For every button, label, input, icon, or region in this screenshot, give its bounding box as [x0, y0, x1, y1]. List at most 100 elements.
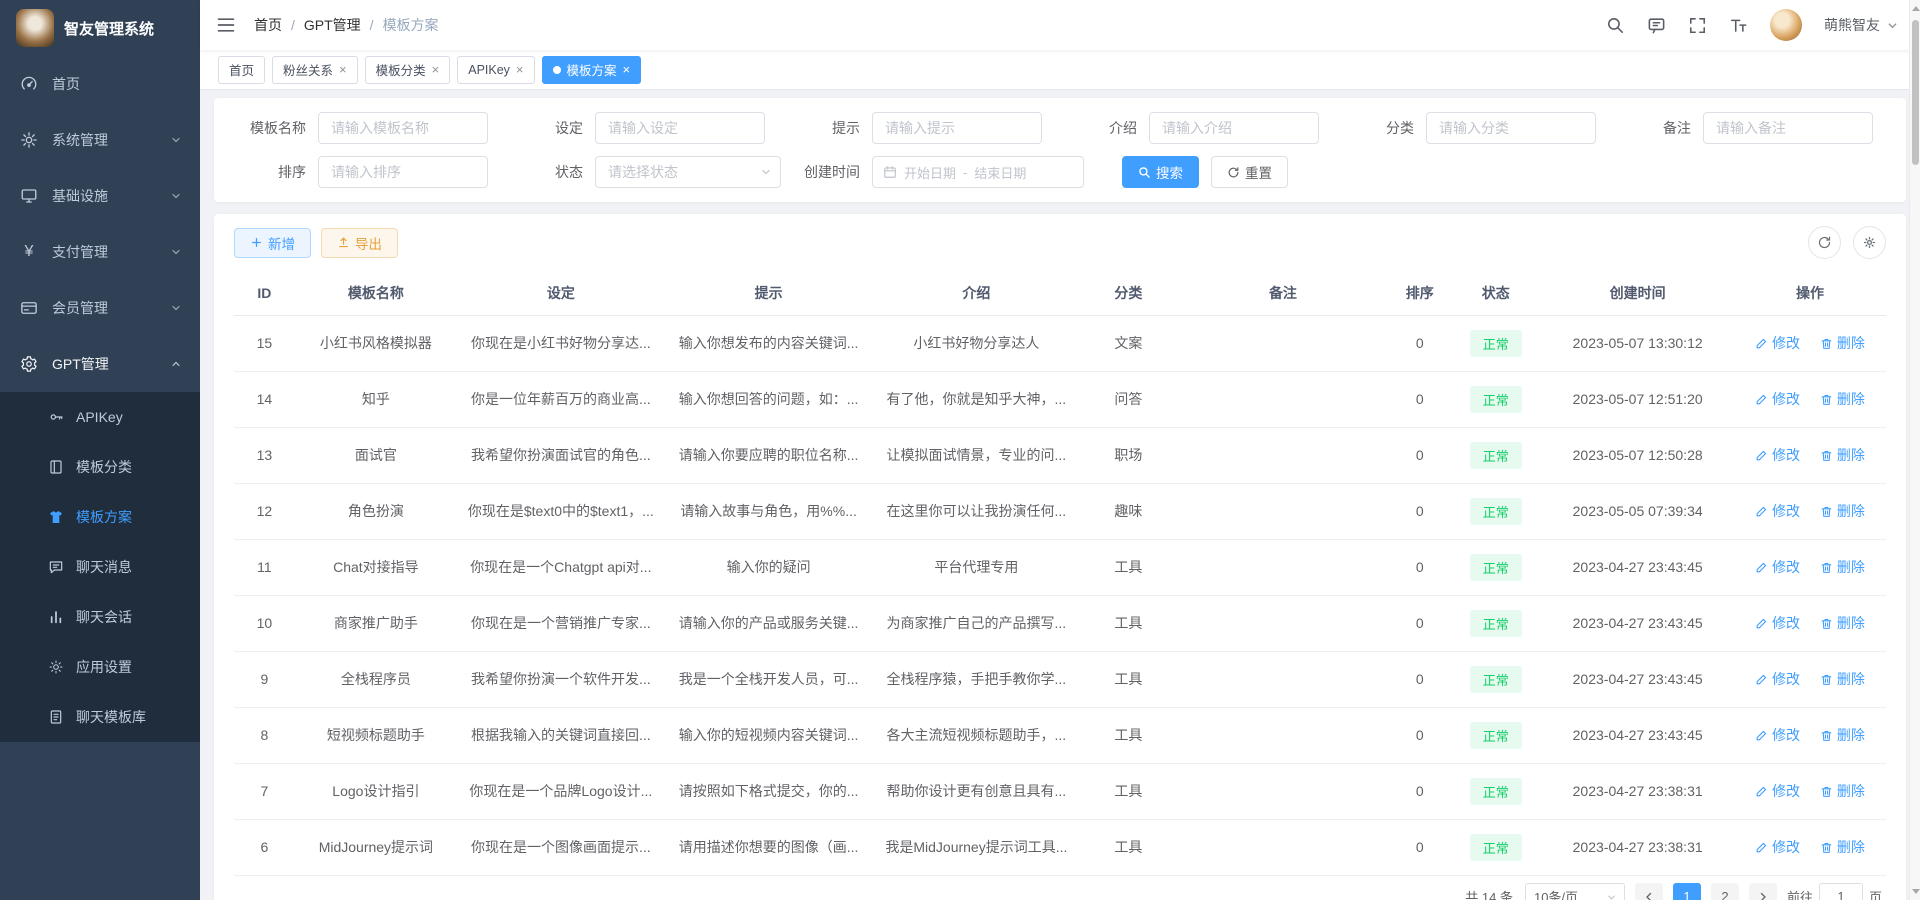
bar-chart-icon: [48, 609, 64, 625]
close-icon[interactable]: ×: [623, 63, 631, 76]
reset-button[interactable]: 重置: [1211, 156, 1288, 188]
edit-icon: [1755, 449, 1768, 462]
pagination: 共 14 条 10条/页 1 2: [234, 876, 1886, 900]
page-button-2[interactable]: 2: [1711, 883, 1739, 900]
cell-status: 正常: [1450, 371, 1541, 427]
filter-label: 设定: [511, 118, 583, 138]
delete-link[interactable]: 删除: [1820, 333, 1865, 353]
breadcrumb-gpt[interactable]: GPT管理: [304, 15, 361, 35]
edit-link[interactable]: 修改: [1755, 613, 1800, 633]
delete-link[interactable]: 删除: [1820, 725, 1865, 745]
filter-label: 分类: [1342, 118, 1414, 138]
scrollbar-up-arrow-icon[interactable]: [1912, 6, 1920, 11]
edit-link[interactable]: 修改: [1755, 389, 1800, 409]
cell-status: 正常: [1450, 315, 1541, 371]
sidebar-item-payment[interactable]: ¥ 支付管理: [0, 224, 200, 280]
delete-link[interactable]: 删除: [1820, 669, 1865, 689]
tab-fans[interactable]: 粉丝关系 ×: [272, 56, 358, 84]
breadcrumb-current: 模板方案: [383, 15, 439, 35]
document-icon: [48, 709, 64, 725]
remark-input[interactable]: [1703, 112, 1873, 144]
setting-input[interactable]: [595, 112, 765, 144]
sidebar-collapse-icon[interactable]: [216, 15, 236, 35]
edit-link[interactable]: 修改: [1755, 725, 1800, 745]
status-select[interactable]: [595, 156, 781, 188]
sidebar-item-member[interactable]: 会员管理: [0, 280, 200, 336]
search-icon[interactable]: [1606, 16, 1625, 35]
sort-input[interactable]: [318, 156, 488, 188]
breadcrumb-separator: /: [370, 17, 374, 33]
intro-input[interactable]: [1149, 112, 1319, 144]
delete-link[interactable]: 删除: [1820, 837, 1865, 857]
cell-sort: 0: [1389, 539, 1450, 595]
vertical-scrollbar[interactable]: [1909, 0, 1920, 900]
sidebar-item-chat-messages[interactable]: 聊天消息: [0, 542, 200, 592]
sidebar-item-template-plan[interactable]: 模板方案: [0, 492, 200, 542]
filter-label: 提示: [788, 118, 860, 138]
table-row: 13 面试官 我希望你扮演面试官的角色... 请输入你要应聘的职位名称... 让…: [234, 427, 1886, 483]
edit-link[interactable]: 修改: [1755, 557, 1800, 577]
close-icon[interactable]: ×: [516, 63, 524, 76]
scrollbar-down-arrow-icon[interactable]: [1912, 889, 1920, 894]
sidebar-item-app-settings[interactable]: 应用设置: [0, 642, 200, 692]
cell-intro: 我是MidJourney提示词工具...: [872, 819, 1080, 875]
font-size-icon[interactable]: [1729, 16, 1748, 35]
edit-link[interactable]: 修改: [1755, 781, 1800, 801]
delete-link[interactable]: 删除: [1820, 613, 1865, 633]
tab-template-plan[interactable]: 模板方案 ×: [542, 56, 642, 84]
cell-sort: 0: [1389, 707, 1450, 763]
edit-link[interactable]: 修改: [1755, 669, 1800, 689]
date-range-picker[interactable]: 开始日期 - 结束日期: [872, 156, 1084, 188]
page-button-1[interactable]: 1: [1673, 883, 1701, 900]
edit-link[interactable]: 修改: [1755, 837, 1800, 857]
avatar[interactable]: [1770, 9, 1802, 41]
prompt-input[interactable]: [872, 112, 1042, 144]
category-input[interactable]: [1426, 112, 1596, 144]
close-icon[interactable]: ×: [432, 63, 440, 76]
delete-link[interactable]: 删除: [1820, 501, 1865, 521]
delete-link[interactable]: 删除: [1820, 557, 1865, 577]
sidebar-item-gpt[interactable]: GPT管理: [0, 336, 200, 392]
delete-link[interactable]: 删除: [1820, 781, 1865, 801]
chevron-down-icon: [1887, 20, 1898, 31]
name-input[interactable]: [318, 112, 488, 144]
search-button[interactable]: 搜索: [1122, 156, 1199, 188]
next-page-button[interactable]: [1749, 883, 1777, 900]
sidebar-item-template-category[interactable]: 模板分类: [0, 442, 200, 492]
cell-name: 角色扮演: [295, 483, 457, 539]
delete-link[interactable]: 删除: [1820, 445, 1865, 465]
tab-template-category[interactable]: 模板分类 ×: [365, 56, 451, 84]
logo-image: [16, 9, 54, 47]
close-icon[interactable]: ×: [339, 63, 347, 76]
status-badge: 正常: [1470, 834, 1522, 861]
sidebar-item-apikey[interactable]: APIKey: [0, 392, 200, 442]
cell-intro: 平台代理专用: [872, 539, 1080, 595]
cell-setting: 你现在是$text0中的$text1，...: [457, 483, 665, 539]
message-icon[interactable]: [1647, 16, 1666, 35]
user-menu[interactable]: 萌熊智友: [1824, 15, 1898, 35]
status-badge: 正常: [1470, 554, 1522, 581]
delete-link[interactable]: 删除: [1820, 389, 1865, 409]
edit-link[interactable]: 修改: [1755, 445, 1800, 465]
column-settings-button[interactable]: [1853, 226, 1886, 259]
goto-page-input[interactable]: [1819, 883, 1863, 900]
tab-home[interactable]: 首页: [218, 56, 265, 84]
sidebar-item-home[interactable]: 首页: [0, 56, 200, 112]
edit-link[interactable]: 修改: [1755, 333, 1800, 353]
tab-apikey[interactable]: APIKey ×: [457, 56, 534, 84]
sidebar-item-system[interactable]: 系统管理: [0, 112, 200, 168]
sidebar-item-chat-template-library[interactable]: 聊天模板库: [0, 692, 200, 742]
scrollbar-thumb[interactable]: [1912, 20, 1919, 165]
export-button[interactable]: 导出: [321, 228, 398, 258]
page-size-select[interactable]: 10条/页: [1525, 883, 1625, 900]
breadcrumb-home[interactable]: 首页: [254, 15, 282, 35]
sidebar-item-label: GPT管理: [52, 354, 109, 374]
sidebar-item-infra[interactable]: 基础设施: [0, 168, 200, 224]
refresh-button[interactable]: [1808, 226, 1841, 259]
fullscreen-icon[interactable]: [1688, 16, 1707, 35]
prev-page-button[interactable]: [1635, 883, 1663, 900]
sidebar: 智友管理系统 首页 系统管理 基础设施: [0, 0, 200, 900]
edit-link[interactable]: 修改: [1755, 501, 1800, 521]
sidebar-item-chat-sessions[interactable]: 聊天会话: [0, 592, 200, 642]
add-button[interactable]: 新增: [234, 228, 311, 258]
